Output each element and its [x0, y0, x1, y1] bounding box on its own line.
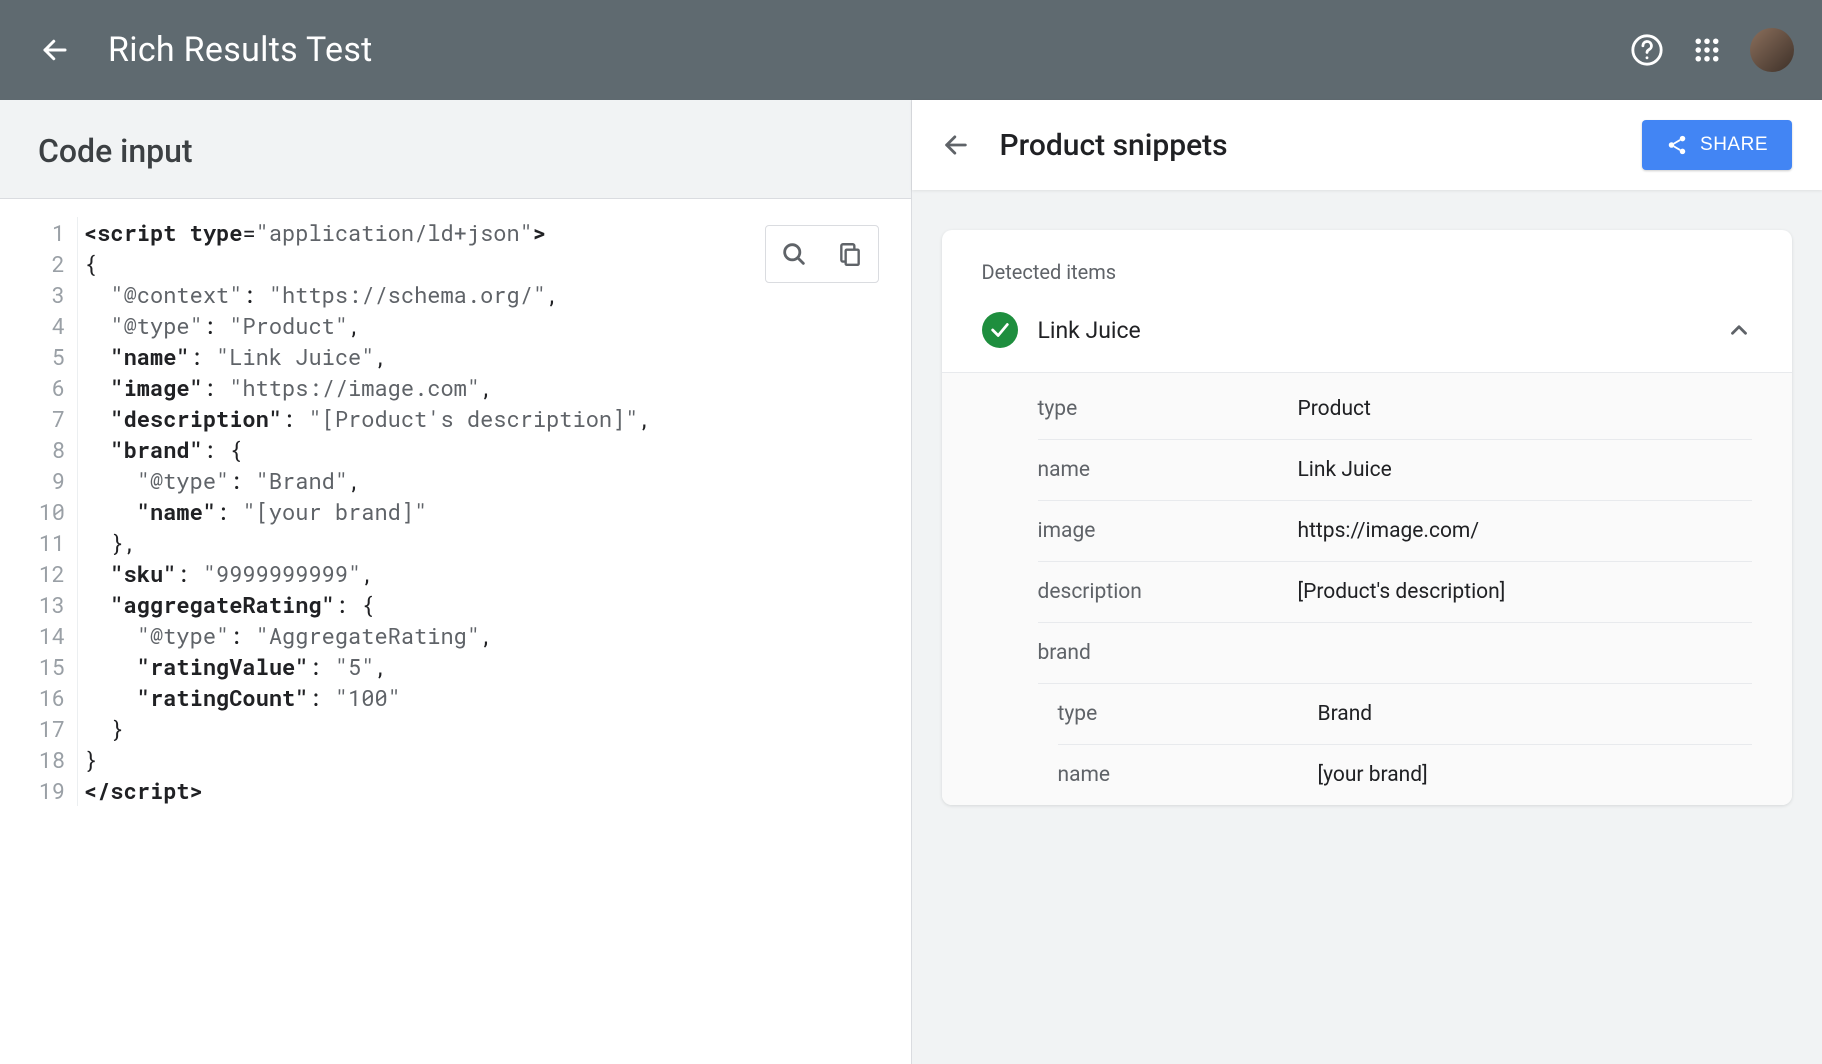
code-lines[interactable]: <script type="application/ld+json">{ "@c… [78, 217, 652, 806]
code-line[interactable]: </script> [84, 775, 652, 806]
property-value: [Product's description] [1298, 580, 1753, 604]
code-line[interactable]: "name": "Link Juice", [84, 341, 652, 372]
copy-icon [837, 241, 863, 267]
property-list: typeProductnameLink Juiceimagehttps://im… [942, 373, 1793, 805]
code-input-title: Code input [0, 100, 911, 198]
line-number: 17 [0, 713, 65, 744]
code-content: 12345678910111213141516171819 <script ty… [0, 199, 911, 806]
code-line[interactable]: "description": "[Product's description]"… [84, 403, 652, 434]
property-value: Product [1298, 397, 1753, 421]
results-back-button[interactable] [942, 131, 970, 159]
property-key: name [1058, 763, 1318, 787]
detected-items-card: Detected items Link Juice typeProductnam… [942, 230, 1793, 805]
line-number: 7 [0, 403, 65, 434]
line-number: 4 [0, 310, 65, 341]
results-header: Product snippets SHARE [912, 100, 1822, 190]
property-key: image [1038, 519, 1298, 543]
arrow-left-icon [40, 35, 70, 65]
search-code-button[interactable] [766, 226, 822, 282]
code-line[interactable]: "ratingValue": "5", [84, 651, 652, 682]
line-number: 15 [0, 651, 65, 682]
code-line[interactable]: "@type": "AggregateRating", [84, 620, 652, 651]
code-editor[interactable]: 12345678910111213141516171819 <script ty… [0, 198, 911, 1064]
detected-item-row[interactable]: Link Juice [942, 302, 1793, 373]
property-row: name[your brand] [1058, 745, 1753, 805]
code-line[interactable]: "@type": "Brand", [84, 465, 652, 496]
share-icon [1666, 134, 1688, 156]
code-line[interactable]: } [84, 744, 652, 775]
line-number: 11 [0, 527, 65, 558]
code-toolbar [765, 225, 879, 283]
line-number: 19 [0, 775, 65, 806]
arrow-left-icon [942, 131, 970, 159]
line-number: 14 [0, 620, 65, 651]
code-line[interactable]: "@type": "Product", [84, 310, 652, 341]
valid-check-icon [982, 312, 1018, 348]
detected-item-name: Link Juice [1038, 317, 1727, 344]
line-gutter: 12345678910111213141516171819 [0, 217, 78, 806]
line-number: 5 [0, 341, 65, 372]
property-value: Link Juice [1298, 458, 1753, 482]
property-key: type [1058, 702, 1318, 726]
property-row: typeProduct [1038, 379, 1753, 440]
brand-group-label: brand [1038, 623, 1753, 684]
line-number: 10 [0, 496, 65, 527]
main-content: Code input 12345678910111213141516171819… [0, 100, 1822, 1064]
detected-items-label: Detected items [942, 230, 1793, 302]
help-button[interactable] [1630, 33, 1664, 67]
chevron-up-icon [1726, 317, 1752, 343]
header-actions [1630, 28, 1794, 72]
code-input-pane: Code input 12345678910111213141516171819… [0, 100, 912, 1064]
property-value: [your brand] [1318, 763, 1753, 787]
property-key: name [1038, 458, 1298, 482]
results-title: Product snippets [1000, 128, 1643, 163]
line-number: 2 [0, 248, 65, 279]
property-row: imagehttps://image.com/ [1038, 501, 1753, 562]
code-line[interactable]: { [84, 248, 652, 279]
code-line[interactable]: "aggregateRating": { [84, 589, 652, 620]
search-icon [780, 240, 808, 268]
line-number: 18 [0, 744, 65, 775]
property-value: https://image.com/ [1298, 519, 1753, 543]
results-body: Detected items Link Juice typeProductnam… [912, 190, 1822, 1064]
collapse-button[interactable] [1726, 317, 1752, 343]
results-pane: Product snippets SHARE Detected items Li… [912, 100, 1822, 1064]
line-number: 16 [0, 682, 65, 713]
back-button[interactable] [40, 35, 70, 65]
property-row: typeBrand [1058, 684, 1753, 745]
property-row: description[Product's description] [1038, 562, 1753, 623]
property-row: nameLink Juice [1038, 440, 1753, 501]
line-number: 1 [0, 217, 65, 248]
code-line[interactable]: } [84, 713, 652, 744]
share-button[interactable]: SHARE [1642, 120, 1792, 170]
code-line[interactable]: "image": "https://image.com", [84, 372, 652, 403]
avatar[interactable] [1750, 28, 1794, 72]
code-line[interactable]: "brand": { [84, 434, 652, 465]
property-value: Brand [1318, 702, 1753, 726]
line-number: 9 [0, 465, 65, 496]
app-header: Rich Results Test [0, 0, 1822, 100]
property-key: type [1038, 397, 1298, 421]
apps-grid-icon [1692, 35, 1722, 65]
apps-button[interactable] [1692, 35, 1722, 65]
line-number: 6 [0, 372, 65, 403]
code-line[interactable]: "ratingCount": "100" [84, 682, 652, 713]
code-line[interactable]: <script type="application/ld+json"> [84, 217, 652, 248]
line-number: 3 [0, 279, 65, 310]
help-icon [1630, 33, 1664, 67]
code-line[interactable]: "name": "[your brand]" [84, 496, 652, 527]
code-line[interactable]: }, [84, 527, 652, 558]
property-key: description [1038, 580, 1298, 604]
code-line[interactable]: "sku": "9999999999", [84, 558, 652, 589]
share-label: SHARE [1700, 134, 1768, 156]
app-title: Rich Results Test [108, 30, 1630, 70]
line-number: 12 [0, 558, 65, 589]
line-number: 13 [0, 589, 65, 620]
line-number: 8 [0, 434, 65, 465]
copy-code-button[interactable] [822, 226, 878, 282]
code-line[interactable]: "@context": "https://schema.org/", [84, 279, 652, 310]
